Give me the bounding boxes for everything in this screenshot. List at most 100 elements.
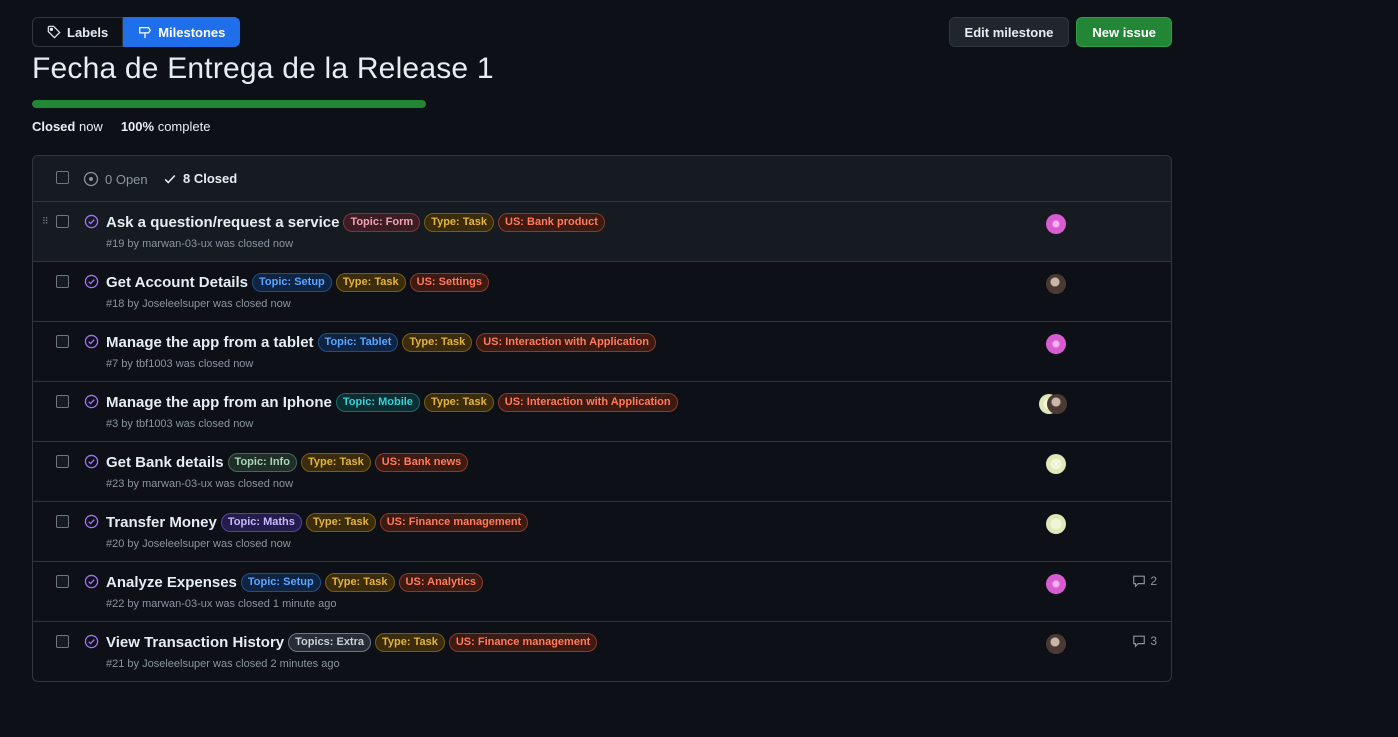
issue-label[interactable]: Type: Task — [324, 573, 395, 592]
issue-title-link[interactable]: Manage the app from a tablet — [106, 334, 314, 351]
issue-label[interactable]: Type: Task — [375, 633, 445, 652]
issue-title-link[interactable]: Get Account Details — [106, 274, 248, 291]
issue-row[interactable]: Get Bank details Topic: Info Type: Task US:… — [33, 442, 1171, 502]
issue-meta: #22 by marwan-03-ux was closed 1 minute … — [106, 598, 337, 610]
closed-count: 8 Closed — [183, 171, 238, 186]
comment-icon — [1133, 635, 1146, 648]
issue-title-line: Ask a question/request a service Topic: F… — [106, 213, 605, 232]
issue-label[interactable]: US: Analytics — [398, 573, 484, 592]
issue-label[interactable]: US: Bank product — [498, 213, 605, 232]
labels-milestones-switch: Labels Milestones — [32, 17, 241, 47]
issue-closed-icon — [84, 574, 99, 589]
issue-label[interactable]: Type: Task — [335, 273, 406, 292]
issue-label[interactable]: US: Finance management — [448, 633, 598, 652]
issue-label[interactable]: US: Interaction with Application — [497, 393, 678, 412]
issue-meta: #23 by marwan-03-ux was closed now — [106, 478, 294, 490]
issue-label[interactable]: Topic: Form — [343, 213, 421, 232]
issue-checkbox[interactable] — [56, 515, 69, 528]
issue-checkbox[interactable] — [56, 455, 69, 468]
issue-checkbox[interactable] — [56, 635, 69, 648]
issue-label[interactable]: Topic: Setup — [240, 573, 321, 592]
issue-title-link[interactable]: Get Bank details — [106, 454, 224, 471]
issue-title-link[interactable]: View Transaction History — [106, 634, 284, 651]
drag-handle-icon[interactable]: ⠿ — [42, 216, 49, 227]
new-issue-button[interactable]: New issue — [1076, 17, 1172, 47]
milestone-completion: 100% complete — [121, 119, 211, 134]
issue-open-icon — [83, 171, 99, 187]
issue-label[interactable]: Topic: Tablet — [317, 333, 399, 352]
issue-checkbox[interactable] — [56, 575, 69, 588]
issue-label[interactable]: Type: Task — [305, 513, 376, 532]
milestone-toolbar: Labels Milestones Edit milestone New iss… — [32, 17, 1172, 47]
issue-title-line: Manage the app from an Iphone Topic: Mobi… — [106, 393, 678, 412]
issue-label[interactable]: Type: Task — [402, 333, 473, 352]
issue-title-link[interactable]: Manage the app from an Iphone — [106, 394, 332, 411]
comment-count: 2 — [1150, 574, 1157, 588]
issue-label[interactable]: US: Interaction with Application — [476, 333, 657, 352]
edit-milestone-button[interactable]: Edit milestone — [948, 17, 1070, 47]
closed-filter[interactable]: 8 Closed — [163, 171, 237, 186]
issue-row[interactable]: Manage the app from an Iphone Topic: Mobi… — [33, 382, 1171, 442]
issue-row[interactable]: Get Account Details Topic: Setup Type: Tas… — [33, 262, 1171, 322]
issue-checkbox[interactable] — [56, 335, 69, 348]
issue-meta: #21 by Joseleelsuper was closed 2 minute… — [106, 658, 340, 670]
issue-label[interactable]: Topic: Setup — [251, 273, 332, 292]
assignee-avatar[interactable] — [1047, 394, 1067, 414]
issue-meta: #7 by tbf1003 was closed now — [106, 358, 254, 370]
issue-label[interactable]: US: Settings — [409, 273, 490, 292]
issue-row[interactable]: Analyze Expenses Topic: Setup Type: Task US… — [33, 562, 1171, 622]
milestone-meta: Closed now 100% complete — [32, 119, 210, 134]
issue-closed-icon — [84, 334, 99, 349]
issue-row[interactable]: Manage the app from a tablet Topic: Table… — [33, 322, 1171, 382]
select-all-checkbox[interactable] — [56, 171, 69, 184]
milestone-progress-bar — [32, 100, 426, 108]
issue-label[interactable]: US: Bank news — [374, 453, 469, 472]
issue-title-link[interactable]: Ask a question/request a service — [106, 214, 339, 231]
milestones-button-label: Milestones — [158, 24, 226, 40]
assignee-avatar[interactable] — [1046, 634, 1066, 654]
assignee-avatar[interactable] — [1046, 274, 1066, 294]
issue-closed-icon — [84, 214, 99, 229]
milestones-button[interactable]: Milestones — [123, 17, 241, 47]
labels-button[interactable]: Labels — [32, 17, 124, 47]
open-filter[interactable]: 0 Open — [83, 171, 148, 187]
issue-checkbox[interactable] — [56, 395, 69, 408]
issue-closed-icon — [84, 454, 99, 469]
assignee-avatar[interactable] — [1046, 574, 1066, 594]
issue-label[interactable]: Topic: Info — [227, 453, 297, 472]
issue-meta: #19 by marwan-03-ux was closed now — [106, 238, 294, 250]
issue-meta: #18 by Joseleelsuper was closed now — [106, 298, 291, 310]
comments-link[interactable]: 3 — [1132, 634, 1157, 648]
issue-checkbox[interactable] — [56, 215, 69, 228]
issue-label[interactable]: Type: Task — [423, 393, 494, 412]
issue-title-line: View Transaction History Topics: Extra Typ… — [106, 633, 598, 652]
issue-meta: #3 by tbf1003 was closed now — [106, 418, 254, 430]
issue-label[interactable]: Topic: Maths — [220, 513, 302, 532]
issue-title-line: Get Bank details Topic: Info Type: Task US:… — [106, 453, 469, 472]
issue-checkbox[interactable] — [56, 275, 69, 288]
issue-row[interactable]: ⠿ Ask a question/request a service Topic: … — [33, 202, 1171, 262]
issue-row[interactable]: Transfer Money Topic: Maths Type: Task US: … — [33, 502, 1171, 562]
assignee-avatar[interactable] — [1046, 334, 1066, 354]
issue-title-line: Analyze Expenses Topic: Setup Type: Task US… — [106, 573, 484, 592]
assignee-avatar[interactable] — [1046, 514, 1066, 534]
issue-title-line: Transfer Money Topic: Maths Type: Task US: … — [106, 513, 529, 532]
completion-rest: complete — [157, 119, 211, 134]
milestone-icon — [139, 27, 152, 39]
status-bold: Closed — [32, 119, 76, 134]
issue-label[interactable]: Type: Task — [300, 453, 371, 472]
issue-label[interactable]: Topic: Mobile — [335, 393, 420, 412]
issue-label[interactable]: Topics: Extra — [288, 633, 371, 652]
milestone-title: Fecha de Entrega de la Release 1 — [32, 52, 494, 85]
comments-link[interactable]: 2 — [1132, 574, 1157, 588]
progress-fill — [32, 100, 426, 108]
issue-label[interactable]: Type: Task — [424, 213, 495, 232]
assignee-avatar[interactable] — [1046, 454, 1066, 474]
issue-title-link[interactable]: Analyze Expenses — [106, 574, 237, 591]
issue-row[interactable]: View Transaction History Topics: Extra Typ… — [33, 622, 1171, 681]
issue-title-link[interactable]: Transfer Money — [106, 514, 217, 531]
issue-meta: #20 by Joseleelsuper was closed now — [106, 538, 291, 550]
tag-icon — [47, 25, 61, 39]
assignee-avatar[interactable] — [1046, 214, 1066, 234]
issue-label[interactable]: US: Finance management — [379, 513, 529, 532]
